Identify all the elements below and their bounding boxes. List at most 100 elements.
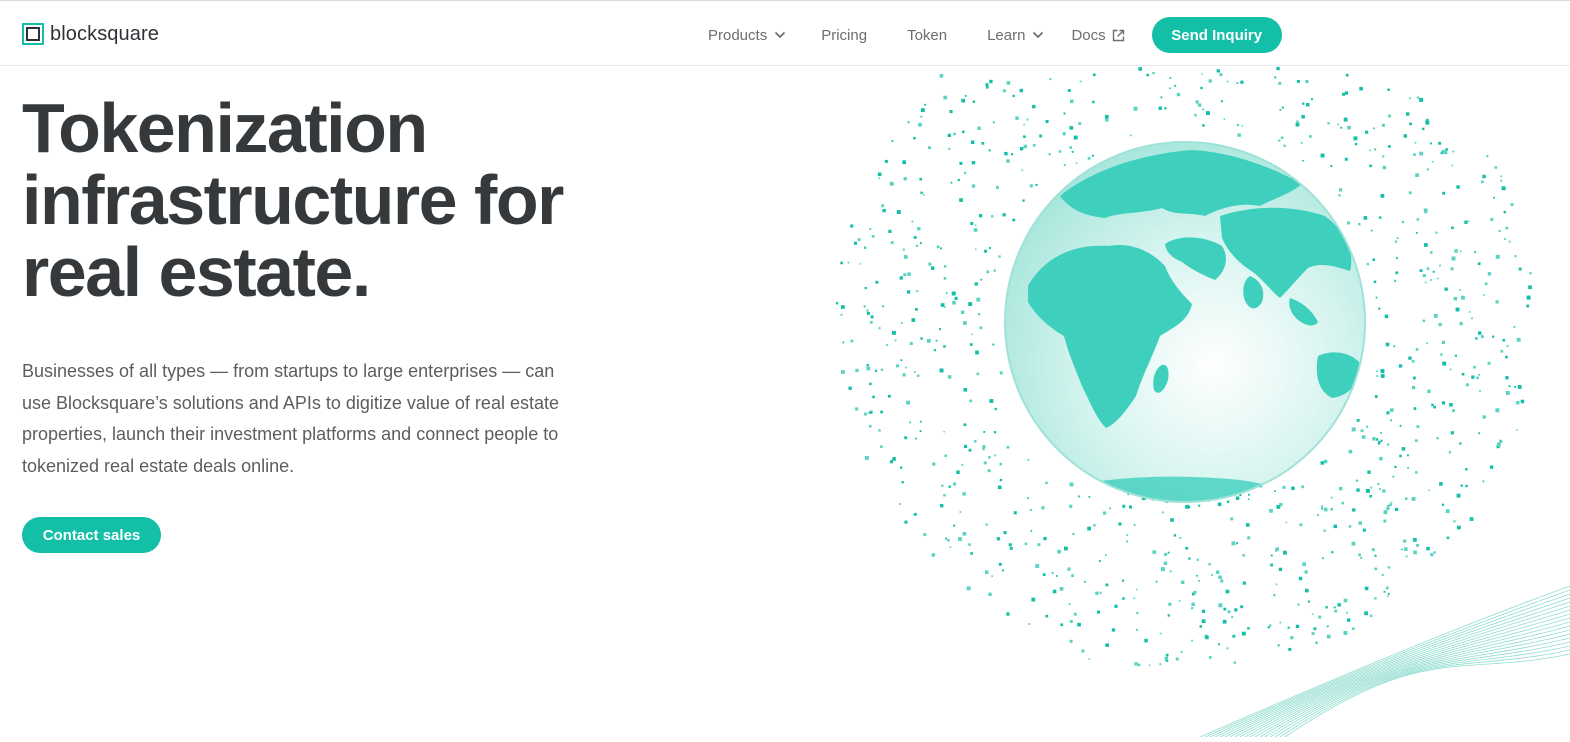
particle [1392, 475, 1395, 478]
particle [1495, 300, 1499, 304]
particle [900, 466, 903, 469]
particle [869, 382, 872, 386]
particle [1403, 539, 1407, 543]
particle [868, 412, 870, 414]
particle [1144, 638, 1148, 643]
particle [1352, 508, 1356, 512]
particle [1409, 97, 1411, 100]
particle [919, 430, 922, 433]
particle [1516, 429, 1518, 431]
particle [993, 269, 996, 272]
nav-docs[interactable]: Docs [1071, 27, 1124, 44]
particle [1405, 555, 1408, 558]
particle [998, 562, 1002, 566]
particle [1069, 126, 1074, 130]
particle [1114, 604, 1118, 608]
particle [1194, 113, 1197, 117]
particle [975, 350, 979, 355]
particle [1415, 471, 1418, 474]
particle [1280, 136, 1284, 139]
particle [1077, 622, 1081, 627]
particle [930, 266, 935, 270]
particle [1092, 100, 1095, 104]
particle [1330, 165, 1333, 167]
particle [1042, 573, 1046, 577]
particle [1049, 78, 1052, 81]
particle [1327, 122, 1330, 125]
particle [939, 74, 944, 78]
nav-products[interactable]: Products [708, 27, 786, 44]
particle [987, 469, 991, 473]
particle [974, 282, 978, 286]
particle [947, 375, 952, 379]
particle [1230, 517, 1234, 521]
particle [1269, 509, 1273, 513]
particle [1482, 174, 1486, 179]
particle [993, 431, 997, 434]
particle [944, 454, 947, 457]
particle [989, 247, 991, 249]
particle [1413, 376, 1416, 380]
particle [976, 372, 980, 376]
particle [935, 339, 938, 342]
particle [1012, 218, 1016, 222]
particle [1395, 240, 1398, 243]
particle [944, 265, 947, 268]
particle [1021, 169, 1024, 171]
particle [872, 395, 875, 399]
nav-learn[interactable]: Learn [987, 27, 1044, 44]
particle [1352, 627, 1355, 631]
particle [1318, 615, 1322, 619]
particle [1424, 210, 1428, 214]
chevron-down-icon [775, 31, 786, 39]
particle [1337, 603, 1341, 607]
particle [1366, 262, 1369, 266]
particle [1520, 399, 1525, 404]
nav-pricing[interactable]: Pricing [821, 27, 867, 44]
particle [1408, 356, 1412, 360]
particle [1035, 564, 1040, 568]
particle [1454, 249, 1458, 253]
particle [1453, 520, 1456, 523]
particle [916, 290, 919, 292]
particle [1069, 639, 1073, 643]
particle [1247, 536, 1251, 540]
particle [1164, 656, 1168, 661]
particle [940, 504, 944, 508]
particle [1415, 348, 1419, 351]
send-inquiry-button[interactable]: Send Inquiry [1151, 17, 1282, 53]
particle [1011, 153, 1014, 156]
particle [1499, 439, 1503, 443]
particle [968, 302, 973, 306]
particle [1456, 185, 1460, 189]
nav-token[interactable]: Token [907, 27, 947, 44]
contact-sales-button[interactable]: Contact sales [22, 517, 161, 553]
particle [1301, 115, 1305, 119]
logo-link[interactable]: blocksquare [22, 21, 159, 47]
particle [1198, 580, 1200, 582]
particle [1486, 155, 1489, 158]
particle [1348, 525, 1352, 528]
particle [1133, 106, 1138, 111]
particle [983, 461, 987, 465]
particle [1218, 575, 1222, 579]
particle [1411, 359, 1415, 363]
particle [1430, 251, 1433, 254]
particle [1026, 118, 1029, 121]
particle [1487, 361, 1491, 365]
particle [1425, 120, 1430, 125]
particle [1373, 280, 1377, 284]
particle [914, 371, 916, 373]
particle [1505, 376, 1509, 380]
hero-title-line-3: real estate. [22, 233, 371, 311]
particle [1344, 91, 1348, 95]
particle [1405, 497, 1408, 500]
particle [1480, 335, 1484, 339]
particle [1307, 600, 1310, 603]
particle [1426, 546, 1430, 551]
particle [1422, 274, 1426, 278]
particle [1377, 483, 1380, 485]
particle [1317, 514, 1319, 516]
particle [923, 194, 925, 196]
particle [1505, 355, 1508, 359]
